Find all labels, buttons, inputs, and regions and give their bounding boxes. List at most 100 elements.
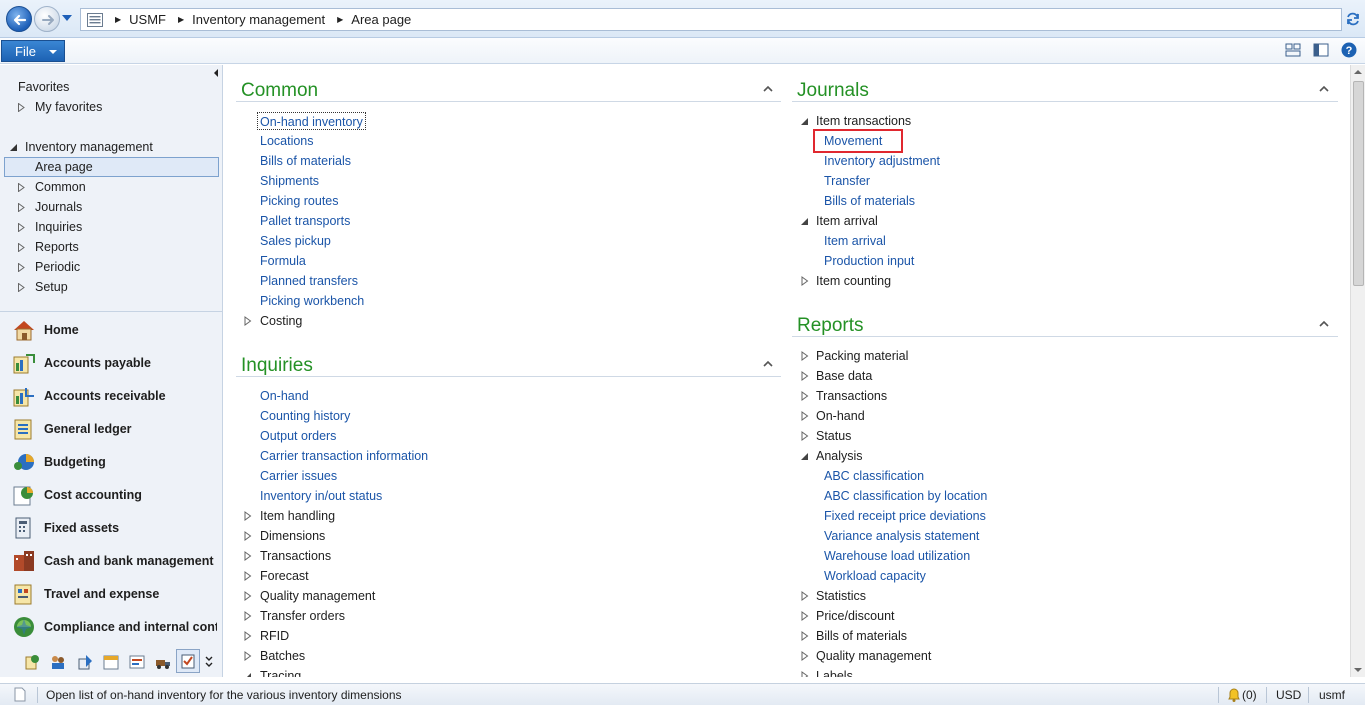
group-report-quality-management[interactable]: Quality management <box>816 647 931 665</box>
collapse-section-icon[interactable] <box>763 85 773 92</box>
expand-triangle-icon[interactable] <box>244 316 252 326</box>
group-report-on-hand[interactable]: On-hand <box>816 407 865 425</box>
collapse-pane-icon[interactable] <box>212 69 220 77</box>
group-report-bills-of-materials[interactable]: Bills of materials <box>816 627 907 645</box>
link-inventory-adjustment[interactable]: Inventory adjustment <box>824 152 940 170</box>
collapse-section-icon[interactable] <box>763 360 773 367</box>
link-journal-bills-of-materials[interactable]: Bills of materials <box>824 192 915 210</box>
layout-icon[interactable] <box>1285 42 1301 58</box>
link-abc-classification-by-location[interactable]: ABC classification by location <box>824 487 987 505</box>
group-item-counting[interactable]: Item counting <box>816 272 891 290</box>
module-cash-bank[interactable]: Cash and bank management <box>12 547 217 575</box>
expand-triangle-icon[interactable] <box>801 391 809 401</box>
forward-button[interactable] <box>34 6 60 32</box>
collapse-section-icon[interactable] <box>1319 320 1329 327</box>
link-counting-history[interactable]: Counting history <box>260 407 350 425</box>
expand-triangle-icon[interactable] <box>801 351 809 361</box>
module-cost-accounting[interactable]: Cost accounting <box>12 481 217 509</box>
link-bills-of-materials[interactable]: Bills of materials <box>260 152 351 170</box>
link-carrier-transaction-information[interactable]: Carrier transaction information <box>260 447 428 465</box>
history-dropdown-icon[interactable] <box>62 14 72 22</box>
group-statistics[interactable]: Statistics <box>816 587 866 605</box>
nav-item-periodic[interactable]: Periodic <box>18 257 80 277</box>
nav-item-common[interactable]: Common <box>18 177 86 197</box>
group-packing-material[interactable]: Packing material <box>816 347 908 365</box>
help-icon[interactable]: ? <box>1341 42 1357 58</box>
my-favorites-item[interactable]: My favorites <box>18 97 102 117</box>
group-costing[interactable]: Costing <box>260 312 302 330</box>
link-abc-classification[interactable]: ABC classification <box>824 467 924 485</box>
link-output-orders[interactable]: Output orders <box>260 427 336 445</box>
refresh-icon[interactable] <box>1345 11 1361 27</box>
breadcrumb-company[interactable]: USMF <box>129 12 166 27</box>
link-variance-analysis-statement[interactable]: Variance analysis statement <box>824 527 979 545</box>
expanded-triangle-icon[interactable] <box>244 672 252 677</box>
expand-triangle-icon[interactable] <box>801 371 809 381</box>
currency-indicator[interactable]: USD <box>1276 688 1301 702</box>
projects-icon[interactable] <box>129 654 145 670</box>
module-budgeting[interactable]: Budgeting <box>12 448 217 476</box>
group-transfer-orders[interactable]: Transfer orders <box>260 607 345 625</box>
calendar-icon[interactable] <box>103 654 119 670</box>
link-warehouse-load-utilization[interactable]: Warehouse load utilization <box>824 547 970 565</box>
back-button[interactable] <box>6 6 32 32</box>
expand-triangle-icon[interactable] <box>244 551 252 561</box>
expand-triangle-icon[interactable] <box>244 511 252 521</box>
group-base-data[interactable]: Base data <box>816 367 872 385</box>
company-indicator[interactable]: usmf <box>1319 688 1345 702</box>
group-tracing[interactable]: Tracing <box>260 667 301 677</box>
link-locations[interactable]: Locations <box>260 132 314 150</box>
link-planned-transfers[interactable]: Planned transfers <box>260 272 358 290</box>
link-on-hand-inventory[interactable]: On-hand inventory <box>257 112 366 130</box>
module-home[interactable]: Home <box>12 316 217 344</box>
production-icon[interactable] <box>77 654 93 670</box>
module-fixed-assets[interactable]: Fixed assets <box>12 514 217 542</box>
link-sales-pickup[interactable]: Sales pickup <box>260 232 331 250</box>
link-on-hand[interactable]: On-hand <box>260 387 309 405</box>
breadcrumb-module[interactable]: Inventory management <box>192 12 325 27</box>
nav-item-setup[interactable]: Setup <box>18 277 68 297</box>
link-pallet-transports[interactable]: Pallet transports <box>260 212 350 230</box>
group-forecast[interactable]: Forecast <box>260 567 309 585</box>
expand-triangle-icon[interactable] <box>244 631 252 641</box>
link-fixed-receipt-price-deviations[interactable]: Fixed receipt price deviations <box>824 507 986 525</box>
expand-triangle-icon[interactable] <box>244 571 252 581</box>
group-quality-management[interactable]: Quality management <box>260 587 375 605</box>
expanded-triangle-icon[interactable] <box>801 217 809 227</box>
link-inventory-in-out-status[interactable]: Inventory in/out status <box>260 487 382 505</box>
link-shipments[interactable]: Shipments <box>260 172 319 190</box>
scroll-thumb[interactable] <box>1353 81 1364 286</box>
group-report-transactions[interactable]: Transactions <box>816 387 887 405</box>
link-picking-workbench[interactable]: Picking workbench <box>260 292 364 310</box>
more-modules-icon[interactable] <box>205 656 213 668</box>
expanded-triangle-icon[interactable] <box>801 117 809 127</box>
module-general-ledger[interactable]: General ledger <box>12 415 217 443</box>
group-batches[interactable]: Batches <box>260 647 305 665</box>
notification-bell-icon[interactable] <box>1226 687 1242 703</box>
link-production-input[interactable]: Production input <box>824 252 914 270</box>
group-price-discount[interactable]: Price/discount <box>816 607 895 625</box>
group-item-handling[interactable]: Item handling <box>260 507 335 525</box>
expand-triangle-icon[interactable] <box>801 276 809 286</box>
group-transactions[interactable]: Transactions <box>260 547 331 565</box>
module-accounts-receivable[interactable]: Accounts receivable <box>12 382 217 410</box>
expand-triangle-icon[interactable] <box>801 631 809 641</box>
module-compliance[interactable]: Compliance and internal cont... <box>12 613 217 641</box>
file-menu-button[interactable]: File <box>1 40 65 62</box>
link-workload-capacity[interactable]: Workload capacity <box>824 567 926 585</box>
human-resources-icon[interactable] <box>50 654 66 670</box>
group-rfid[interactable]: RFID <box>260 627 289 645</box>
nav-item-inquiries[interactable]: Inquiries <box>18 217 82 237</box>
address-box[interactable]: ▶ USMF ▶ Inventory management ▶ Area pag… <box>80 8 1342 31</box>
scroll-up-icon[interactable] <box>1354 70 1362 74</box>
link-picking-routes[interactable]: Picking routes <box>260 192 339 210</box>
expand-triangle-icon[interactable] <box>801 591 809 601</box>
group-dimensions[interactable]: Dimensions <box>260 527 325 545</box>
expanded-triangle-icon[interactable] <box>801 452 809 462</box>
link-carrier-issues[interactable]: Carrier issues <box>260 467 337 485</box>
group-labels[interactable]: Labels <box>816 667 853 677</box>
expand-triangle-icon[interactable] <box>244 531 252 541</box>
group-analysis[interactable]: Analysis <box>816 447 863 465</box>
expand-triangle-icon[interactable] <box>801 431 809 441</box>
procurement-icon[interactable] <box>24 654 40 670</box>
